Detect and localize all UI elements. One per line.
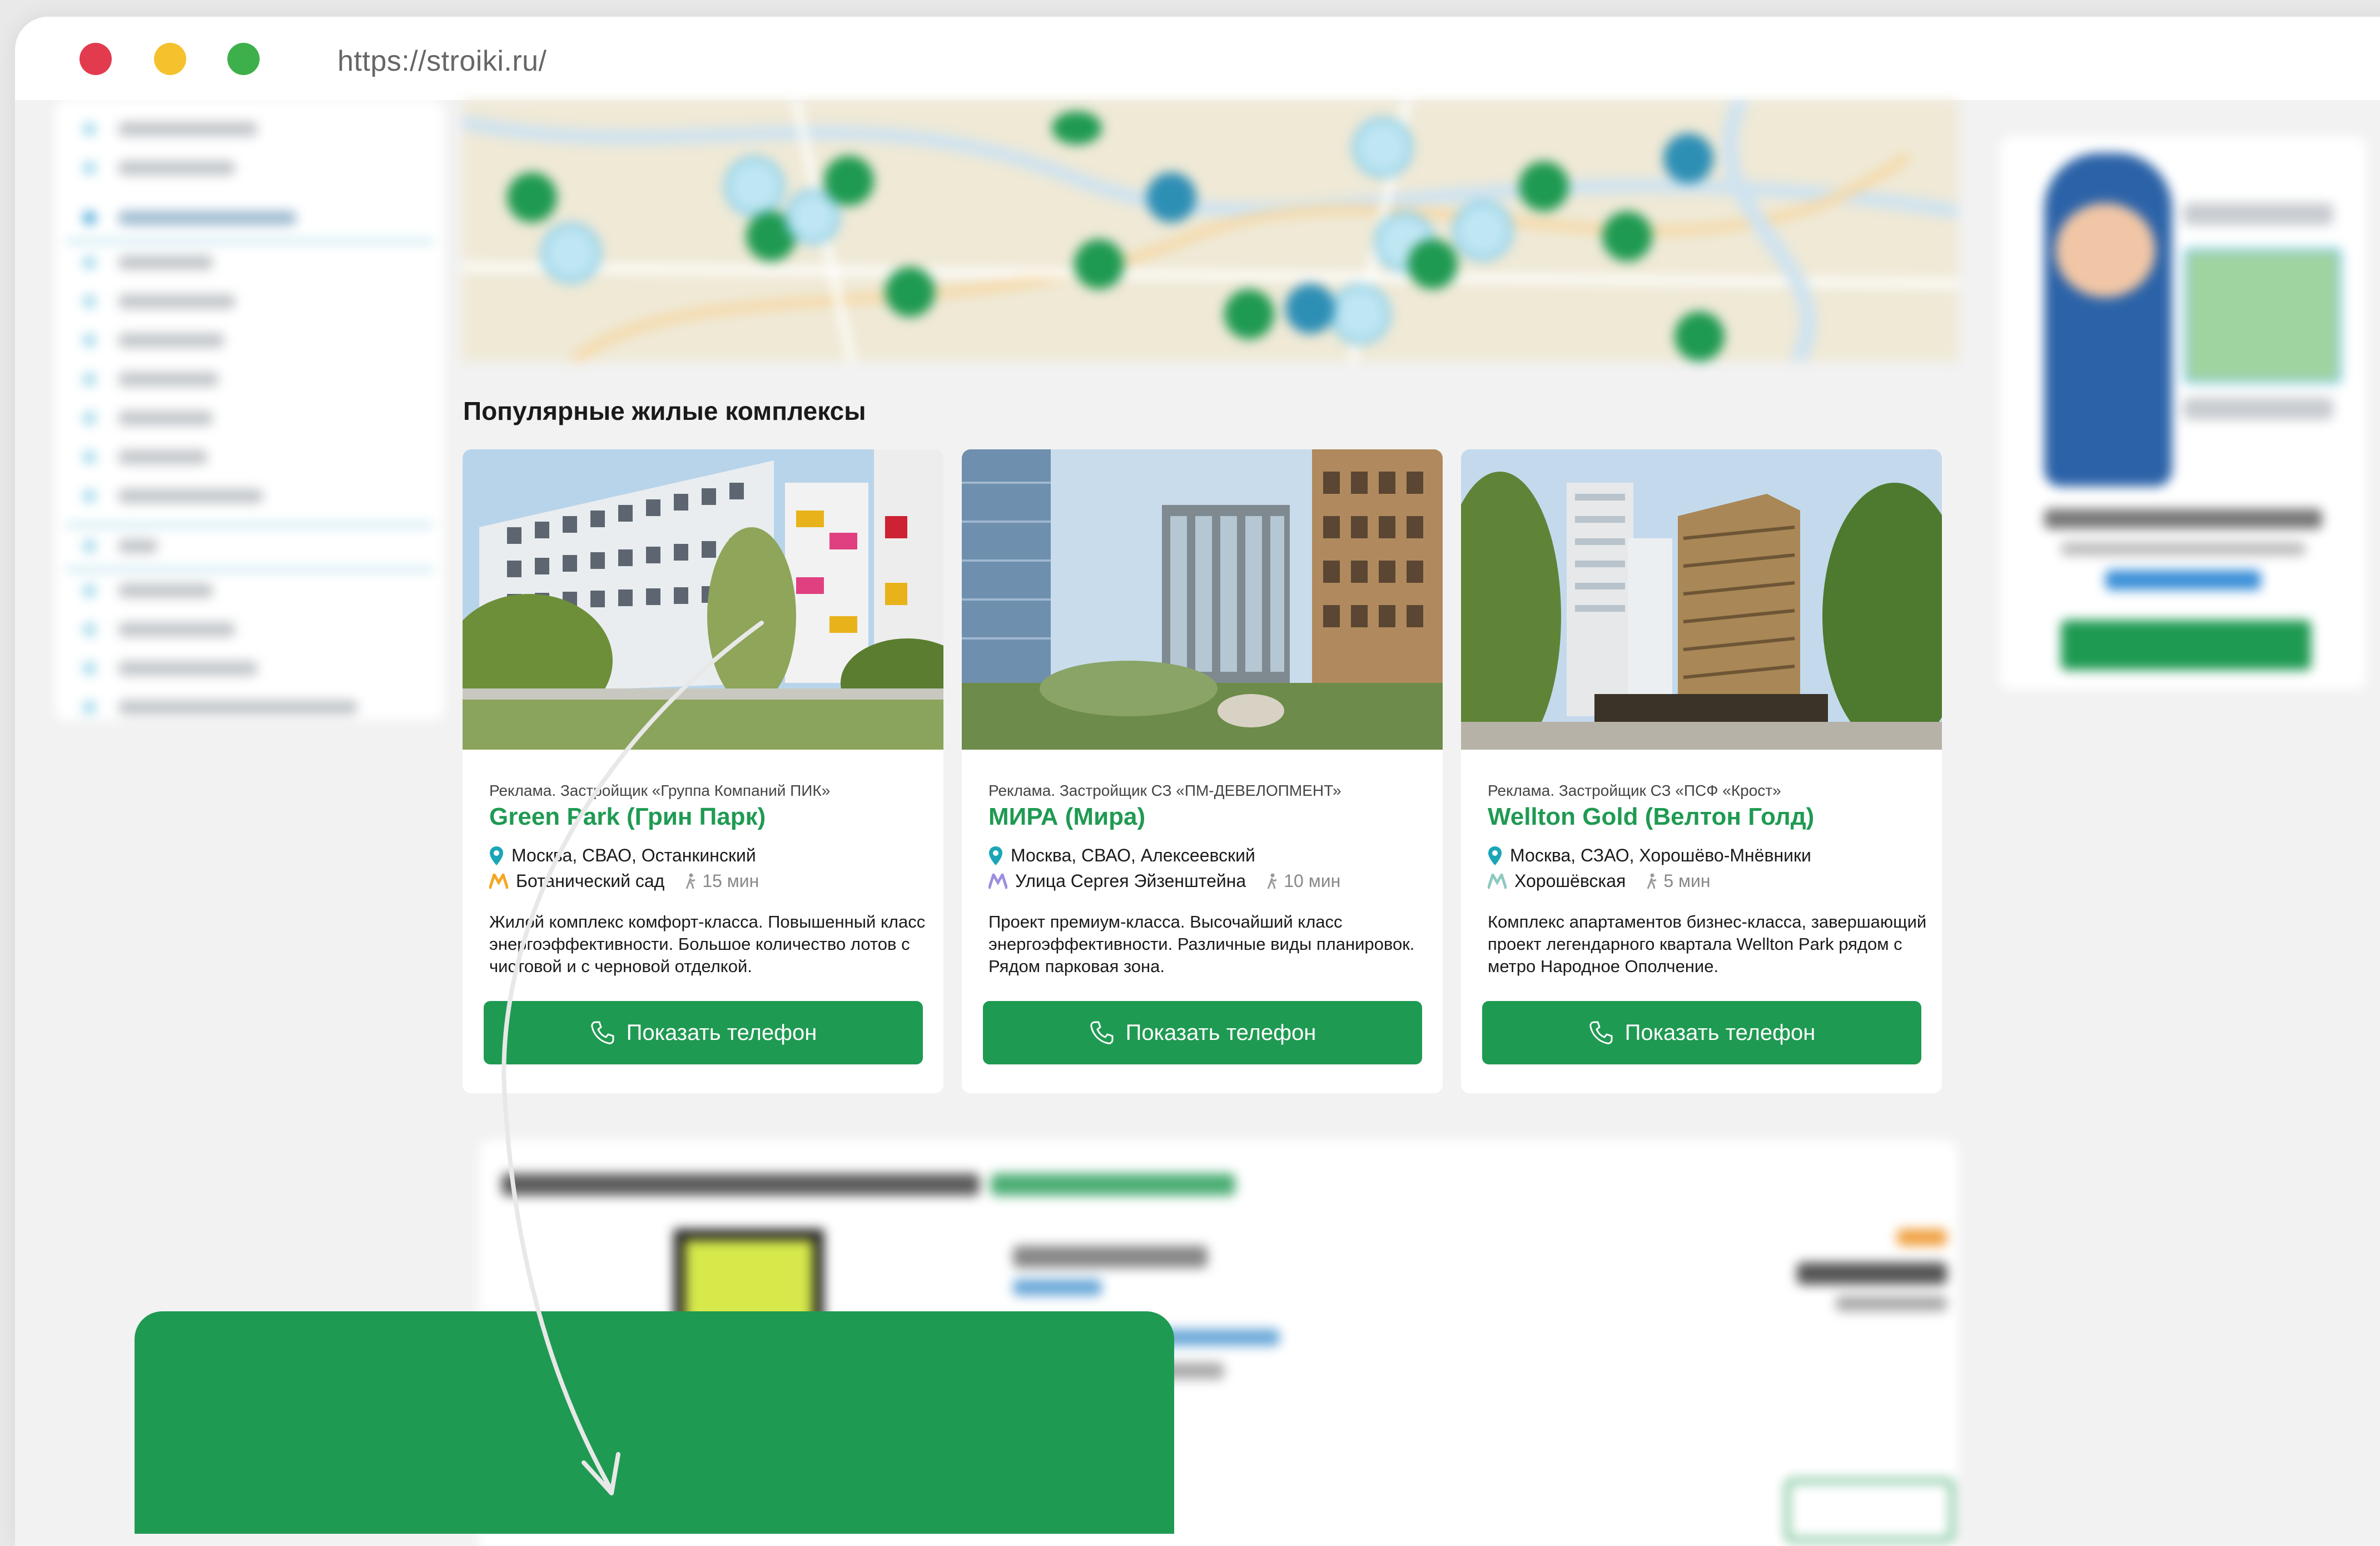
complex-description: Комплекс апартаментов бизнес-класса, зав… <box>1488 912 1927 976</box>
complex-card[interactable]: Реклама. Застройщик СЗ «ПСФ «Крост» Well… <box>1461 449 1942 1093</box>
close-window-button[interactable] <box>80 43 112 75</box>
complex-name-link[interactable]: Wellton Gold (Велтон Голд) <box>1488 803 1814 831</box>
metro-station: Улица Сергея Эйзенштейна <box>1015 871 1246 891</box>
complex-name-link[interactable]: МИРА (Мира) <box>988 803 1145 831</box>
metro-station: Хорошёвская <box>1514 871 1626 891</box>
browser-titlebar: https://stroiki.ru/ <box>15 17 2380 100</box>
show-phone-button[interactable]: Показать телефон <box>1482 1001 1921 1064</box>
maximize-window-button[interactable] <box>227 43 260 75</box>
walk-time: 10 мин <box>1266 871 1340 891</box>
show-phone-label: Показать телефон <box>1624 1020 1816 1045</box>
complex-card[interactable]: Реклама. Застройщик «Группа Компаний ПИК… <box>463 449 943 1093</box>
location-row: Москва, СЗАО, Хорошёво-Мнёвники <box>1488 845 1811 866</box>
walking-person-icon <box>1647 873 1657 889</box>
complex-photo <box>962 449 1443 750</box>
metro-m-icon <box>1488 873 1507 889</box>
complex-name-link[interactable]: Green Park (Грин Парк) <box>489 803 766 831</box>
location-row: Москва, СВАО, Алексеевский <box>988 845 1255 866</box>
phone-icon <box>1090 1021 1114 1044</box>
walk-time-text: 10 мин <box>1284 871 1341 891</box>
location-text: Москва, СВАО, Алексеевский <box>1011 845 1255 865</box>
location-pin-icon <box>490 846 503 865</box>
ad-label: Реклама. Застройщик СЗ «ПСФ «Крост» <box>1488 782 1781 799</box>
walk-time-text: 15 мин <box>702 871 759 891</box>
promo-banner <box>2000 136 2367 690</box>
category-sidebar <box>55 100 444 720</box>
walk-time: 15 мин <box>684 871 759 891</box>
location-pin-icon <box>989 846 1002 865</box>
minimize-window-button[interactable] <box>154 43 186 75</box>
ad-label: Реклама. Застройщик «Группа Компаний ПИК… <box>489 782 831 799</box>
complex-photo <box>1461 449 1942 750</box>
metro-m-icon <box>489 873 508 889</box>
complex-description: Проект премиум-класса. Высочайший класс … <box>988 912 1415 976</box>
complex-photo <box>463 449 943 750</box>
metro-m-icon <box>988 873 1007 889</box>
complex-description: Жилой комплекс комфорт-класса. Повышенны… <box>489 912 926 976</box>
phone-icon <box>1589 1021 1613 1044</box>
metro-row: Хорошёвская 5 мин <box>1488 871 1711 891</box>
location-text: Москва, СЗАО, Хорошёво-Мнёвники <box>1510 845 1811 865</box>
phone-icon <box>590 1021 614 1044</box>
metro-station: Ботанический сад <box>516 871 665 891</box>
metro-row: Улица Сергея Эйзенштейна 10 мин <box>988 871 1340 891</box>
location-pin-icon <box>1488 846 1502 865</box>
walking-person-icon <box>1267 873 1277 889</box>
map-widget[interactable] <box>463 100 1958 361</box>
show-phone-label: Показать телефон <box>1125 1020 1316 1045</box>
show-phone-button[interactable]: Показать телефон <box>484 1001 923 1064</box>
show-phone-label: Показать телефон <box>626 1020 817 1045</box>
address-bar[interactable]: https://stroiki.ru/ <box>337 44 547 78</box>
green-overlay-panel <box>135 1311 1174 1534</box>
walking-person-icon <box>685 873 695 889</box>
walk-time-text: 5 мин <box>1663 871 1711 891</box>
location-row: Москва, СВАО, Останкинский <box>489 845 756 866</box>
section-title: Популярные жилые комплексы <box>463 397 866 425</box>
complex-card[interactable]: Реклама. Застройщик СЗ «ПМ-ДЕВЕЛОПМЕНТ» … <box>962 449 1443 1093</box>
metro-row: Ботанический сад 15 мин <box>489 871 759 891</box>
show-phone-button[interactable]: Показать телефон <box>983 1001 1422 1064</box>
walk-time: 5 мин <box>1646 871 1711 891</box>
location-text: Москва, СВАО, Останкинский <box>511 845 756 865</box>
ad-label: Реклама. Застройщик СЗ «ПМ-ДЕВЕЛОПМЕНТ» <box>988 782 1341 799</box>
